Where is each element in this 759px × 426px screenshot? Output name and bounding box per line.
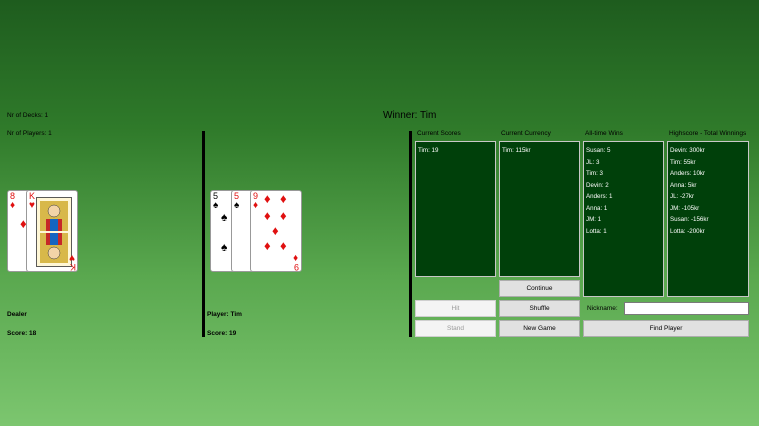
spade-icon: ♠ — [221, 240, 228, 254]
list-item: JL: 3 — [586, 158, 600, 166]
diamond-icon: ♦ — [10, 200, 16, 211]
current-scores-list[interactable]: Tim: 19 — [415, 141, 496, 277]
heart-icon: ♥ — [29, 200, 35, 211]
list-item: Lotta: -200kr — [670, 227, 705, 235]
diamond-icon: ♦ — [264, 208, 271, 223]
hit-button[interactable]: Hit — [415, 300, 496, 317]
list-item: Susan: 5 — [586, 147, 611, 154]
player-score: Score: 19 — [207, 330, 237, 337]
stand-button[interactable]: Stand — [415, 320, 496, 337]
diamond-icon: ♦ — [264, 191, 271, 206]
list-item: JM: 1 — [586, 216, 602, 223]
spade-icon: ♠ — [234, 200, 240, 211]
divider-right — [409, 131, 412, 337]
king-face-icon — [36, 197, 72, 267]
diamond-icon: ♦ — [293, 252, 299, 263]
player-name: Player: Tim — [207, 311, 242, 318]
diamond-icon: ♦ — [253, 200, 259, 211]
dealer-hand: 8 ♦ ♦ K ♥ ♥ K — [7, 190, 79, 273]
diamond-icon: ♦ — [280, 238, 287, 253]
alltime-wins-title: All-time Wins — [585, 130, 623, 137]
list-item: Anna: 1 — [586, 204, 608, 212]
decks-label: Nr of Decks: 1 — [7, 112, 49, 119]
diamond-icon: ♦ — [264, 238, 271, 253]
list-item: Susan: -156kr — [670, 216, 709, 223]
dealer-score: Score: 18 — [7, 330, 37, 337]
players-label: Nr of Players: 1 — [7, 130, 52, 137]
list-item: Anders: 10kr — [670, 170, 706, 177]
winner-label: Winner: Tim — [383, 110, 437, 121]
diamond-icon: ♦ — [280, 208, 287, 223]
list-item: Devin: 300kr — [670, 147, 705, 154]
list-item: Tim: 115kr — [502, 147, 531, 154]
nickname-label: Nickname: — [587, 305, 618, 312]
dealer-name: Dealer — [7, 311, 27, 318]
diamond-icon: ♦ — [272, 223, 279, 238]
heart-icon: ♥ — [69, 252, 75, 263]
highscore-list[interactable]: Devin: 300kr Tim: 55kr Anders: 10kr Anna… — [667, 141, 749, 297]
nickname-input[interactable] — [624, 302, 749, 315]
list-item: Tim: 19 — [418, 147, 439, 154]
list-item: JM: -105kr — [670, 204, 700, 212]
list-item: Anders: 1 — [586, 193, 613, 200]
player-hand: 5 ♠ ♠ ♠ 5 ♠ 9 ♦ ♦ ♦ ♦ ♦ ♦ ♦ ♦ ♦ 9 — [210, 190, 302, 273]
list-item: Tim: 3 — [586, 170, 603, 177]
spade-icon: ♠ — [213, 200, 219, 211]
list-item: Tim: 55kr — [670, 158, 696, 166]
new-game-button[interactable]: New Game — [499, 320, 580, 337]
spade-icon: ♠ — [221, 210, 228, 224]
current-currency-list[interactable]: Tim: 115kr — [499, 141, 580, 277]
card-rank-bottom: 9 — [294, 262, 300, 272]
continue-button[interactable]: Continue — [499, 280, 580, 297]
list-item: Lotta: 1 — [586, 227, 607, 235]
diamond-icon: ♦ — [280, 191, 287, 206]
shuffle-button[interactable]: Shuffle — [499, 300, 580, 317]
list-item: JL: -27kr — [670, 193, 695, 200]
alltime-wins-list[interactable]: Susan: 5 JL: 3 Tim: 3 Devin: 2 Anders: 1… — [583, 141, 664, 297]
highscore-title: Highscore - Total Winnings — [669, 130, 747, 137]
list-item: Devin: 2 — [586, 181, 609, 189]
divider-left — [202, 131, 205, 337]
card-rank-bottom: K — [70, 262, 77, 272]
playing-card: K ♥ ♥ K — [26, 190, 78, 272]
list-item: Anna: 5kr — [670, 181, 697, 189]
current-currency-title: Current Currency — [501, 130, 551, 137]
current-scores-title: Current Scores — [417, 130, 461, 137]
find-player-button[interactable]: Find Player — [583, 320, 749, 337]
playing-card: 9 ♦ ♦ ♦ ♦ ♦ ♦ ♦ ♦ ♦ 9 — [250, 190, 302, 272]
